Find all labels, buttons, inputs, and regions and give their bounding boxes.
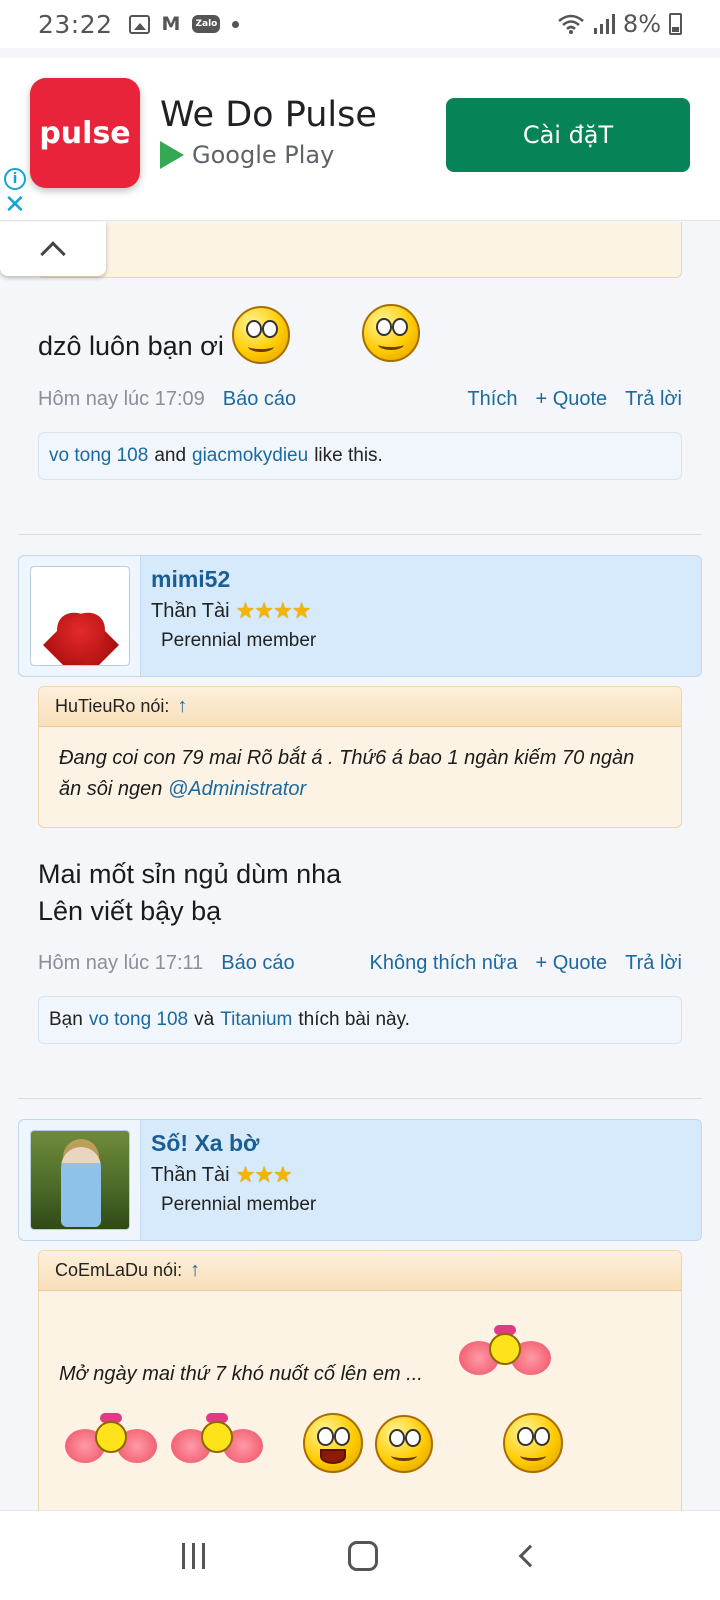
report-link[interactable]: Báo cáo [223, 388, 296, 411]
thread-content[interactable]: dzô luôn bạn ơi Hôm nay lúc 17:09 Báo cá… [0, 222, 720, 1510]
rank-stars-icon: ★★★ [235, 1162, 293, 1187]
laughing-smiley-icon [303, 1413, 363, 1473]
likes-prefix: Bạn [49, 1009, 83, 1030]
avatar-frame [19, 1120, 141, 1240]
ad-store-text: Google Play [192, 141, 335, 169]
user-title: Thần Tài ★★★ [151, 1162, 293, 1188]
post-meta: Hôm nay lúc 17:09 Báo cáo Thích + Quote … [38, 384, 682, 414]
liker-link[interactable]: vo tong 108 [89, 1009, 188, 1031]
status-bar: 23:22 M Zalo 8% [0, 0, 720, 48]
avatar[interactable] [30, 1130, 130, 1230]
ad-info-icon[interactable]: i [4, 168, 26, 190]
back-button[interactable] [518, 1544, 542, 1567]
cheer-emoticon-icon [171, 1413, 263, 1471]
user-title-text: Thần Tài [151, 1163, 230, 1186]
notification-icons: M Zalo [128, 13, 240, 35]
avatar-frame [19, 556, 141, 676]
ad-app-title[interactable]: We Do Pulse [160, 95, 377, 135]
post-date[interactable]: Hôm nay lúc 17:11 [38, 952, 203, 975]
zalo-icon: Zalo [192, 15, 221, 33]
post-actions: Thích + Quote Trả lời [467, 388, 682, 411]
smirk-smiley-icon [503, 1413, 563, 1473]
post-actions: Không thích nữa + Quote Trả lời [370, 952, 683, 975]
post-divider [18, 1098, 702, 1099]
quote-block: HuTieuRo nói: ↑ Đang coi con 79 mai Rõ b… [38, 686, 682, 828]
google-play-icon [160, 141, 184, 169]
quote-link[interactable]: + Quote [535, 952, 607, 975]
likes-joiner: và [194, 1009, 215, 1030]
user-role: Perennial member [161, 630, 317, 651]
gallery-icon [128, 14, 150, 34]
previous-quote-box [38, 222, 682, 278]
smiley-icon [375, 1415, 433, 1473]
jump-to-quote-icon[interactable]: ↑ [177, 695, 187, 718]
post-message: dzô luôn bạn ơi [38, 331, 224, 361]
report-link[interactable]: Báo cáo [221, 952, 294, 975]
likes-joiner: and [154, 445, 187, 466]
user-title: Thần Tài ★★★★ [151, 598, 312, 624]
cheer-emoticon-icon [65, 1413, 157, 1471]
ad-close-icon[interactable]: ✕ [4, 192, 26, 218]
like-link[interactable]: Thích [467, 388, 517, 411]
username-link[interactable]: mimi52 [151, 566, 230, 593]
post-divider [18, 534, 702, 535]
user-card: mimi52 Thần Tài ★★★★ Perennial member [18, 555, 702, 677]
reply-link[interactable]: Trả lời [625, 388, 682, 411]
user-card: Số! Xa bờ Thần Tài ★★★ Perennial member [18, 1119, 702, 1241]
quote-text: Đang coi con 79 mai Rõ bắt á . Thứ6 á ba… [59, 747, 635, 800]
liker-link[interactable]: giacmokydieu [192, 445, 308, 467]
ad-install-button[interactable]: Cài đặT [446, 98, 690, 172]
post-message-line: Lên viết bậy bạ [38, 896, 222, 926]
battery-icon [669, 13, 682, 35]
post-date[interactable]: Hôm nay lúc 17:09 [38, 388, 205, 411]
unlike-link[interactable]: Không thích nữa [370, 952, 518, 975]
user-title-text: Thần Tài [151, 599, 230, 622]
quote-header: HuTieuRo nói: ↑ [39, 687, 681, 727]
status-time: 23:22 [38, 9, 113, 39]
ad-banner[interactable]: pulse We Do Pulse Google Play Cài đặT i … [0, 58, 720, 221]
quote-body: Mở ngày mai thứ 7 khó nuốt cố lên em ... [39, 1291, 681, 1406]
signal-icon [593, 14, 615, 34]
battery-percent: 8% [622, 10, 661, 38]
quote-body: Đang coi con 79 mai Rõ bắt á . Thứ6 á ba… [39, 727, 681, 821]
quote-text: Mở ngày mai thứ 7 khó nuốt cố lên em ... [59, 1363, 423, 1385]
username-link[interactable]: Số! Xa bờ [151, 1130, 259, 1157]
liker-link[interactable]: vo tong 108 [49, 445, 148, 467]
quote-author: CoEmLaDu nói: [55, 1260, 183, 1280]
post-message: Mai mốt sỉn ngủ dùm nha Lên viết bậy bạ [38, 856, 341, 930]
wifi-icon [558, 14, 584, 34]
jump-to-quote-icon[interactable]: ↑ [190, 1259, 200, 1282]
post-message-line: Mai mốt sỉn ngủ dùm nha [38, 859, 342, 889]
likes-suffix: thích bài này. [298, 1009, 410, 1030]
cheer-emoticon-icon [459, 1325, 551, 1383]
avatar[interactable] [30, 566, 130, 666]
dot-icon [232, 20, 240, 28]
liker-link[interactable]: Titanium [220, 1009, 292, 1031]
gmail-icon: M [161, 13, 181, 35]
ad-store-label: Google Play [160, 141, 334, 169]
quote-header: CoEmLaDu nói: ↑ [39, 1251, 681, 1291]
quote-author: HuTieuRo nói: [55, 696, 170, 716]
quote-block: CoEmLaDu nói: ↑ Mở ngày mai thứ 7 khó nu… [38, 1250, 682, 1510]
collapse-ad-button[interactable] [0, 222, 106, 276]
likes-suffix: like this. [314, 445, 383, 466]
mention-link[interactable]: @Administrator [168, 778, 306, 800]
home-button[interactable] [348, 1540, 379, 1571]
system-icons: 8% [557, 10, 682, 38]
chevron-up-icon [40, 241, 66, 267]
likes-summary: vo tong 108 and giacmokydieu like this. [38, 432, 682, 480]
smirk-smiley-icon [362, 304, 420, 362]
post-meta: Hôm nay lúc 17:11 Báo cáo Không thích nữ… [38, 948, 682, 978]
ad-app-logo[interactable]: pulse [30, 78, 140, 188]
system-nav-bar [0, 1510, 720, 1600]
recent-apps-button[interactable] [181, 1542, 205, 1569]
likes-summary: Bạn vo tong 108 và Titanium thích bài nà… [38, 996, 682, 1044]
quote-link[interactable]: + Quote [535, 388, 607, 411]
reply-link[interactable]: Trả lời [625, 952, 682, 975]
smiley-icon [232, 306, 290, 364]
rank-stars-icon: ★★★★ [235, 598, 312, 623]
user-role: Perennial member [161, 1194, 317, 1215]
